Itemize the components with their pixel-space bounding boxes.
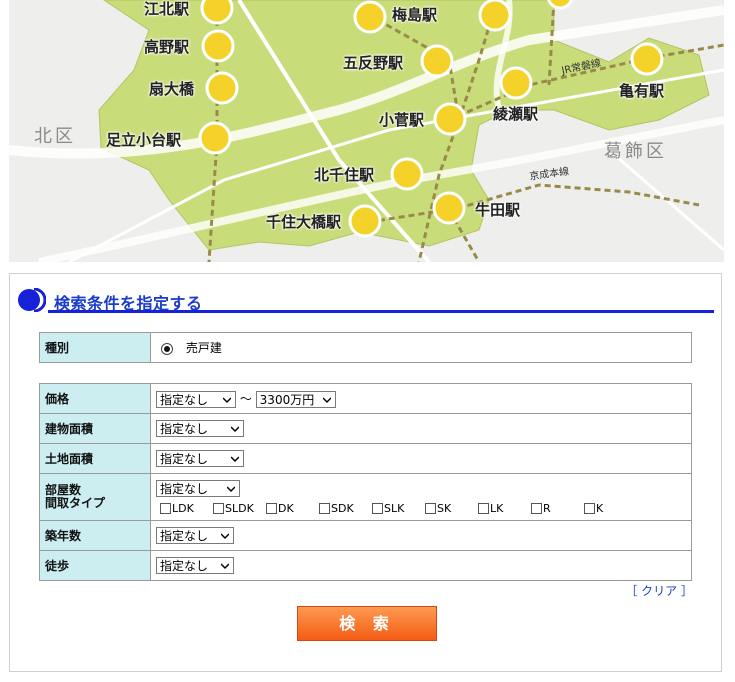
- station-kameari[interactable]: 亀有駅: [619, 80, 664, 101]
- chevron-down-icon: [223, 396, 231, 403]
- table-row: 徒歩 指定なし: [39, 550, 692, 581]
- room-type-label: SDK: [331, 501, 354, 515]
- table-row: 土地面積 指定なし: [39, 443, 692, 474]
- conditions-table: 価格 指定なし ～ 3300万円 建物面積 指定なし 土地面積 指定なし 部屋数…: [39, 383, 692, 581]
- station-ayase[interactable]: 綾瀬駅: [493, 103, 538, 124]
- ward-label-katsushika: 葛飾区: [604, 141, 667, 162]
- room-type-k[interactable]: K: [584, 502, 614, 515]
- land-area-value: 指定なし: [150, 443, 692, 474]
- search-button[interactable]: 検 索: [297, 606, 437, 641]
- station-gotanno[interactable]: 五反野駅: [343, 52, 403, 73]
- room-type-label: LK: [490, 501, 504, 515]
- price-value: 指定なし ～ 3300万円: [150, 383, 692, 414]
- chevron-down-icon: [221, 563, 229, 570]
- rooms-label: 部屋数 間取タイプ: [39, 473, 151, 521]
- age-label: 築年数: [39, 520, 151, 551]
- room-type-lk[interactable]: LK: [478, 502, 531, 515]
- station-ogi-ohashi[interactable]: 扇大橋: [149, 78, 194, 99]
- room-type-sk[interactable]: SK: [425, 502, 478, 515]
- blue-ball-icon: [18, 288, 46, 312]
- building-area-value: 指定なし: [150, 413, 692, 444]
- room-type-sdk[interactable]: SDK: [319, 502, 372, 515]
- station-ushida[interactable]: 牛田駅: [475, 199, 520, 220]
- checkbox[interactable]: [160, 503, 171, 514]
- room-type-label: K: [596, 501, 604, 515]
- ward-label-kita: 北区: [34, 126, 76, 147]
- price-max-value: 3300万円: [259, 392, 315, 407]
- room-type-label: R: [543, 501, 551, 515]
- land-area-selected: 指定なし: [160, 452, 209, 466]
- table-row: 部屋数 間取タイプ 指定なし LDK SLDK DK SDK SLK SK LK R K: [39, 473, 692, 521]
- land-area-select[interactable]: 指定なし: [156, 450, 244, 467]
- room-type-label: LDK: [172, 501, 194, 515]
- walk-label: 徒歩: [39, 550, 151, 581]
- walk-select[interactable]: 指定なし: [156, 557, 234, 574]
- station-senju-ohashi[interactable]: 千住大橋駅: [266, 211, 341, 232]
- age-select[interactable]: 指定なし: [156, 527, 234, 544]
- station-adachi-odai[interactable]: 足立小台駅: [106, 129, 181, 150]
- type-option-label: 売戸建: [185, 341, 222, 355]
- rooms-selected: 指定なし: [160, 481, 209, 496]
- station-kosuge[interactable]: 小菅駅: [379, 109, 424, 130]
- building-area-selected: 指定なし: [160, 422, 209, 436]
- search-panel: 検索条件を指定する 種別 売戸建 価格 指定なし ～ 3300万円 建物面積 指…: [9, 273, 722, 672]
- chevron-down-icon: [227, 485, 235, 492]
- land-area-label: 土地面積: [39, 443, 151, 474]
- checkbox[interactable]: [372, 503, 383, 514]
- table-row: 価格 指定なし ～ 3300万円: [39, 383, 692, 414]
- table-row: 建物面積 指定なし: [39, 413, 692, 444]
- type-label: 種別: [39, 332, 151, 363]
- room-type-checkboxes: LDK SLDK DK SDK SLK SK LK R K: [156, 501, 686, 515]
- chevron-down-icon: [221, 533, 229, 540]
- chevron-down-icon: [231, 426, 239, 433]
- price-min-value: 指定なし: [160, 392, 209, 407]
- price-max-select[interactable]: 3300万円: [255, 390, 336, 408]
- area-map[interactable]: 北区 葛飾区 JR常磐線 京成本線 江北駅 高野駅 扇大橋 足立小台駅 梅島駅 …: [9, 0, 724, 262]
- rooms-label-line2: 間取タイプ: [45, 496, 106, 510]
- room-type-slk[interactable]: SLK: [372, 502, 425, 515]
- type-radio[interactable]: [161, 342, 173, 355]
- checkbox[interactable]: [213, 503, 224, 514]
- checkbox[interactable]: [584, 503, 595, 514]
- room-type-label: SK: [437, 501, 452, 515]
- checkbox[interactable]: [531, 503, 542, 514]
- room-type-label: SLK: [384, 501, 405, 515]
- heading-underline: [48, 310, 714, 313]
- building-area-select[interactable]: 指定なし: [156, 420, 244, 437]
- checkbox[interactable]: [425, 503, 436, 514]
- price-separator: ～: [239, 391, 252, 406]
- price-label: 価格: [39, 383, 151, 414]
- table-row: 築年数 指定なし: [39, 520, 692, 551]
- rooms-select[interactable]: 指定なし: [156, 479, 240, 497]
- checkbox[interactable]: [319, 503, 330, 514]
- table-row: 種別 売戸建: [39, 332, 692, 363]
- building-area-label: 建物面積: [39, 413, 151, 444]
- age-selected: 指定なし: [160, 529, 209, 543]
- walk-selected: 指定なし: [160, 559, 209, 573]
- room-type-r[interactable]: R: [531, 502, 584, 515]
- section-heading: 検索条件を指定する: [18, 288, 714, 313]
- station-takano[interactable]: 高野駅: [144, 36, 189, 57]
- room-type-sldk[interactable]: SLDK: [213, 502, 266, 515]
- room-type-dk[interactable]: DK: [266, 502, 319, 515]
- room-type-label: DK: [278, 501, 294, 515]
- room-type-ldk[interactable]: LDK: [160, 502, 213, 515]
- station-kita-senju[interactable]: 北千住駅: [314, 164, 374, 185]
- station-kohoku[interactable]: 江北駅: [144, 0, 189, 19]
- price-min-select[interactable]: 指定なし: [156, 390, 236, 408]
- rooms-value: 指定なし LDK SLDK DK SDK SLK SK LK R K: [150, 473, 692, 521]
- chevron-down-icon: [231, 456, 239, 463]
- age-value: 指定なし: [150, 520, 692, 551]
- room-type-label: SLDK: [225, 501, 254, 515]
- chevron-down-icon: [322, 396, 331, 403]
- type-value: 売戸建: [150, 332, 692, 363]
- clear-link[interactable]: ［ クリア ］: [625, 582, 693, 599]
- checkbox[interactable]: [266, 503, 277, 514]
- station-umejima[interactable]: 梅島駅: [392, 4, 437, 25]
- type-table: 種別 売戸建: [39, 332, 692, 363]
- walk-value: 指定なし: [150, 550, 692, 581]
- checkbox[interactable]: [478, 503, 489, 514]
